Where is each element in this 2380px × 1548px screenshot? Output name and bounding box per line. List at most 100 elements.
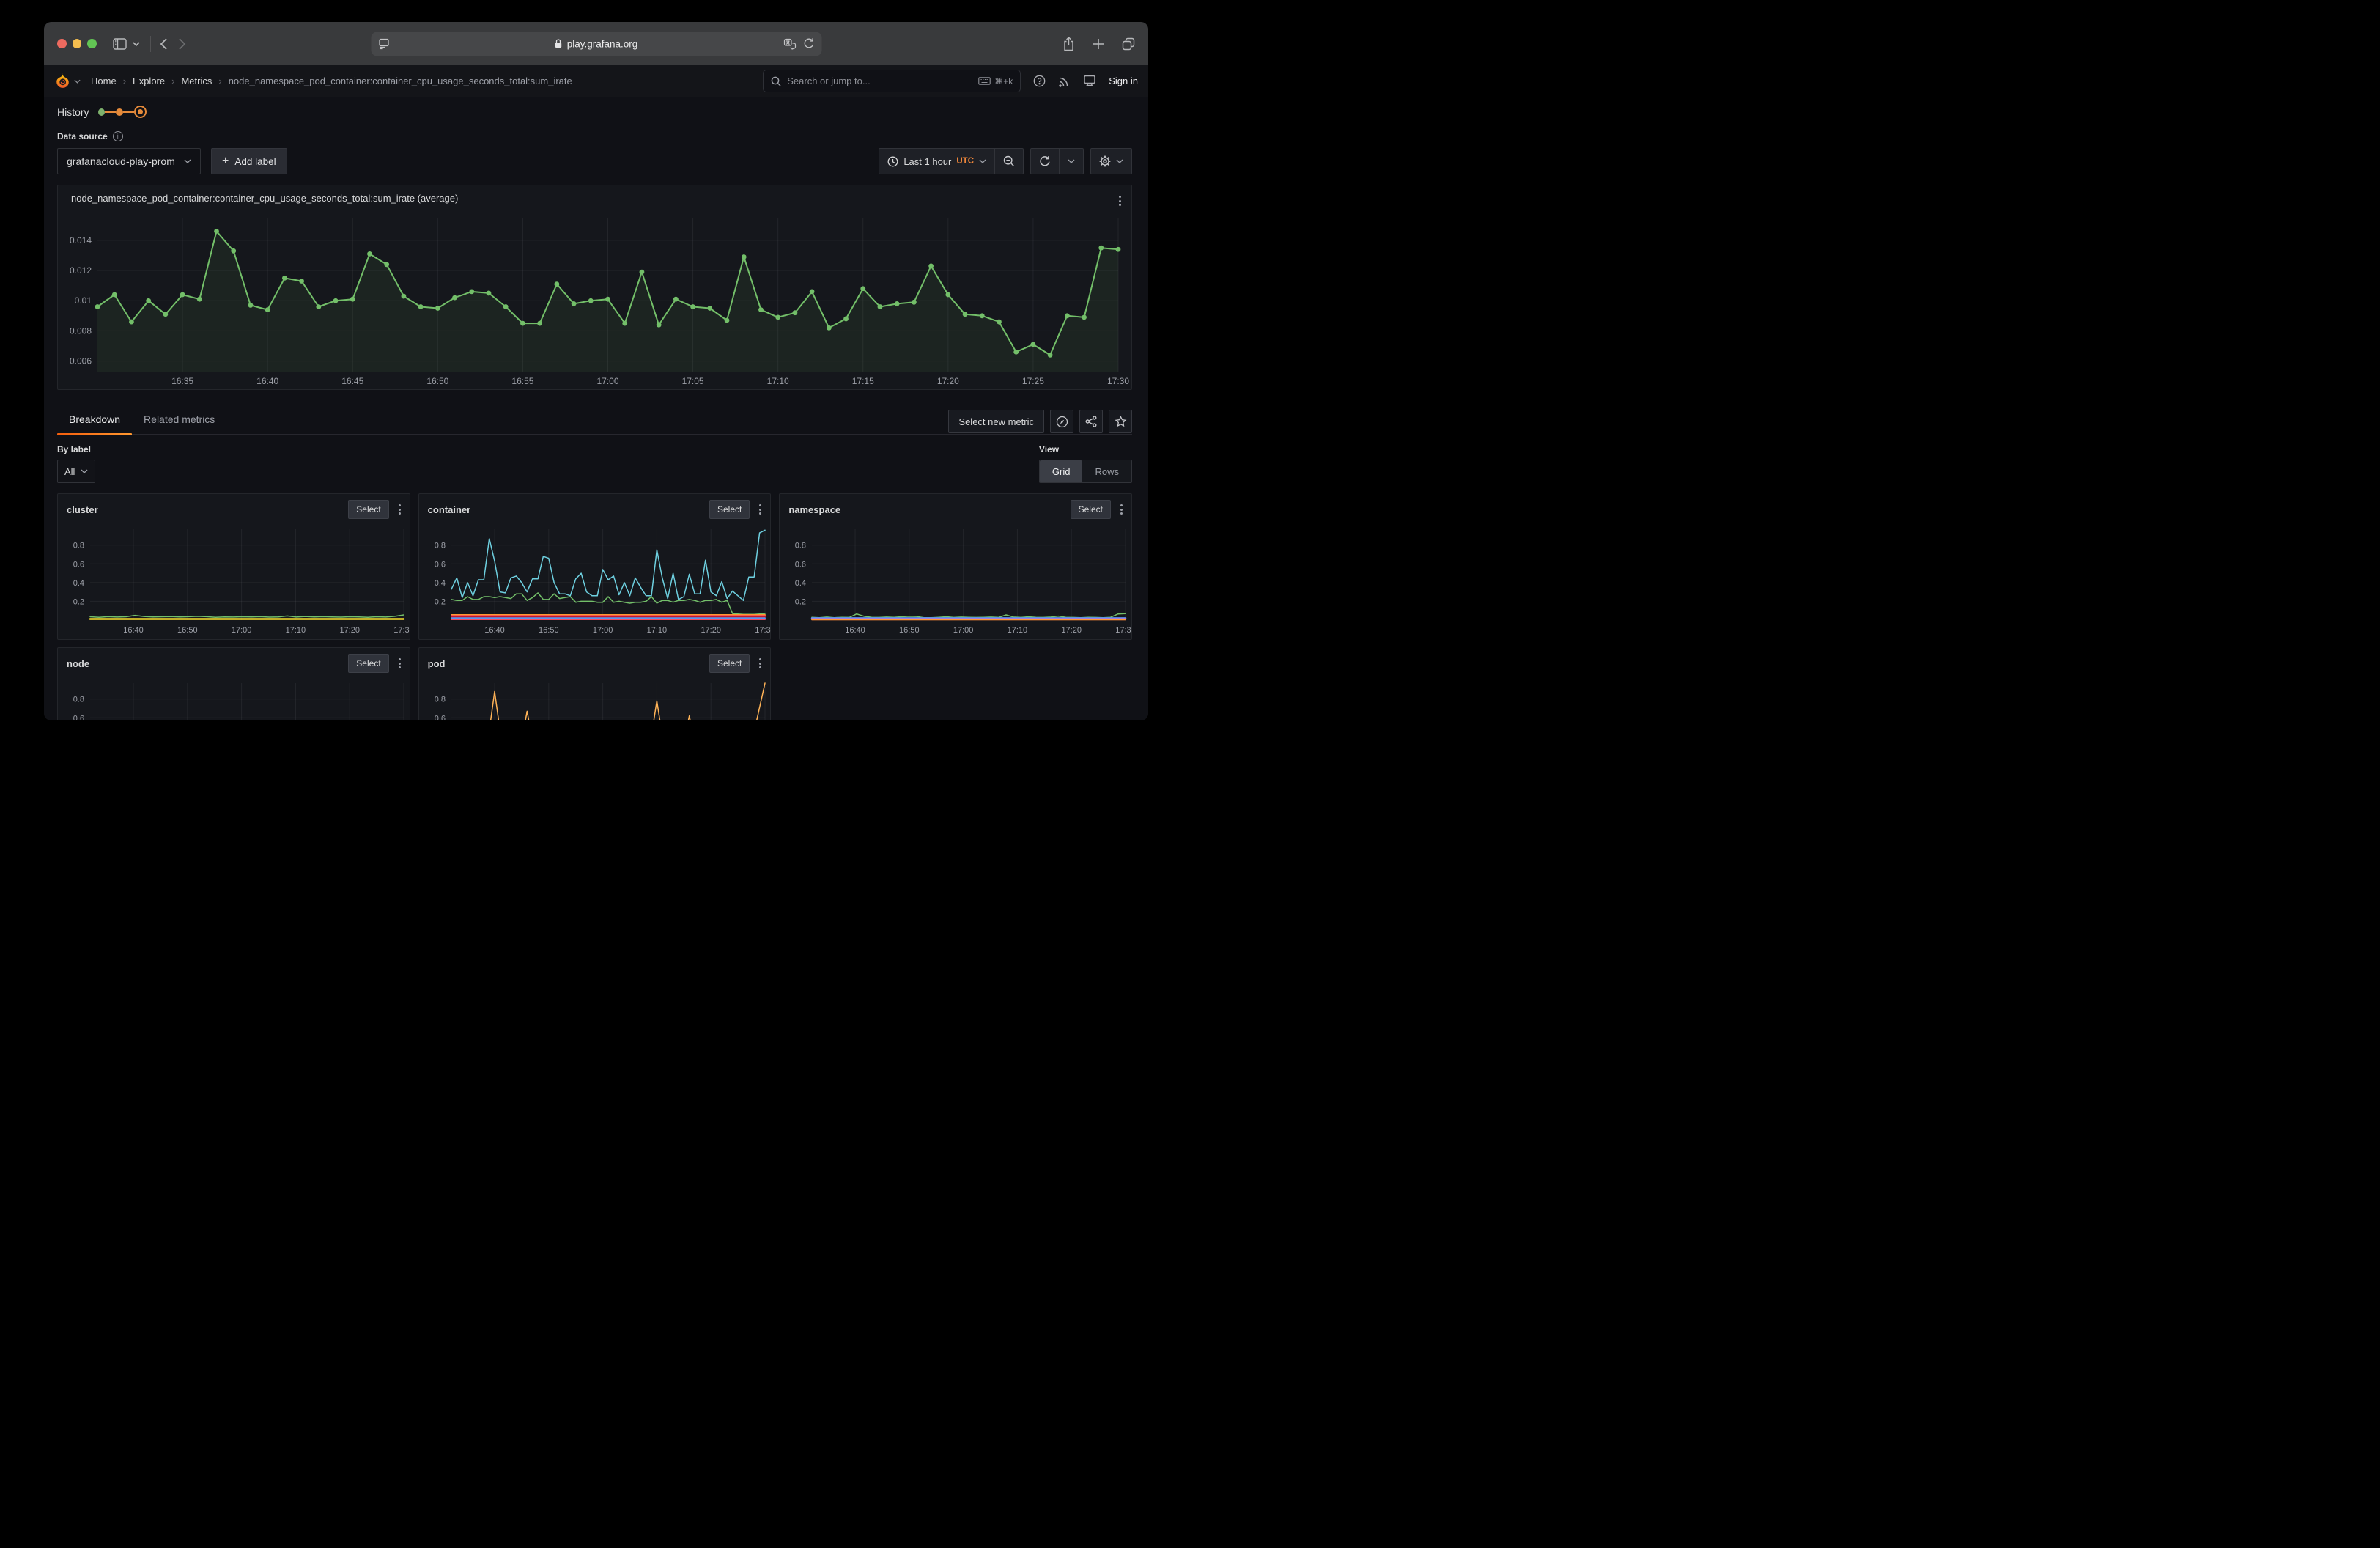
- forward-button[interactable]: [179, 38, 186, 50]
- svg-text:0.2: 0.2: [73, 597, 84, 606]
- select-button[interactable]: Select: [348, 500, 388, 519]
- minimize-window-button[interactable]: [73, 39, 82, 48]
- chevron-down-icon[interactable]: [133, 42, 140, 46]
- svg-text:0.2: 0.2: [795, 597, 806, 606]
- svg-text:17:10: 17:10: [1008, 626, 1028, 635]
- by-label-label: By label: [57, 444, 95, 454]
- reload-icon[interactable]: [803, 38, 814, 50]
- info-icon[interactable]: i: [113, 131, 123, 141]
- clock-icon: [887, 156, 898, 167]
- panel-menu-icon[interactable]: [758, 657, 763, 670]
- tabs-bar: Breakdown Related metrics Select new met…: [57, 410, 1132, 435]
- browser-window: play.grafana.org: [44, 22, 1148, 720]
- node-chart[interactable]: 16:4016:5017:0017:1017:2017:300.20.40.60…: [58, 676, 410, 720]
- by-label-value: All: [64, 466, 75, 477]
- select-button[interactable]: Select: [709, 654, 750, 673]
- zoom-window-button[interactable]: [87, 39, 97, 48]
- tab-related-metrics[interactable]: Related metrics: [132, 410, 226, 434]
- select-button[interactable]: Select: [709, 500, 750, 519]
- breadcrumb-explore[interactable]: Explore: [133, 75, 165, 86]
- search-box[interactable]: ⌘+k: [763, 70, 1021, 92]
- svg-text:17:00: 17:00: [232, 626, 252, 635]
- panel-menu-icon[interactable]: [1117, 194, 1123, 207]
- tab-breakdown[interactable]: Breakdown: [57, 410, 132, 434]
- theme-monitor-icon[interactable]: [1083, 75, 1096, 87]
- select-new-metric-button[interactable]: Select new metric: [948, 410, 1044, 433]
- breadcrumb-metrics[interactable]: Metrics: [181, 75, 212, 86]
- translate-icon[interactable]: [783, 38, 796, 49]
- namespace-chart[interactable]: 16:4016:5017:0017:1017:2017:300.20.40.60…: [780, 522, 1131, 639]
- svg-text:0.8: 0.8: [795, 542, 806, 550]
- svg-text:16:50: 16:50: [539, 626, 559, 635]
- svg-text:16:50: 16:50: [899, 626, 920, 635]
- view-grid-option[interactable]: Grid: [1040, 460, 1083, 482]
- view-rows-option[interactable]: Rows: [1082, 460, 1131, 482]
- history-timeline[interactable]: [98, 106, 147, 118]
- svg-text:16:35: 16:35: [171, 376, 193, 386]
- svg-text:0.012: 0.012: [70, 265, 92, 276]
- history-step-icon: [98, 108, 105, 116]
- breadcrumb-separator: ›: [171, 75, 174, 86]
- new-tab-icon[interactable]: [1093, 38, 1104, 50]
- svg-text:0.008: 0.008: [70, 325, 92, 336]
- settings-button[interactable]: [1091, 149, 1131, 174]
- url-text: play.grafana.org: [567, 38, 638, 49]
- data-source-select[interactable]: grafanacloud-play-prom: [57, 148, 201, 174]
- panel-title: node: [67, 658, 89, 669]
- refresh-button[interactable]: [1031, 149, 1059, 174]
- panel-menu-icon[interactable]: [397, 657, 402, 670]
- container-chart[interactable]: 16:4016:5017:0017:1017:2017:300.20.40.60…: [419, 522, 771, 639]
- svg-text:0.4: 0.4: [795, 579, 806, 588]
- news-rss-icon[interactable]: [1058, 75, 1071, 87]
- svg-text:16:45: 16:45: [341, 376, 363, 386]
- by-label-select[interactable]: All: [57, 460, 95, 483]
- back-button[interactable]: [160, 38, 167, 50]
- svg-text:0.8: 0.8: [73, 696, 84, 704]
- select-button[interactable]: Select: [1071, 500, 1111, 519]
- cluster-chart[interactable]: 16:4016:5017:0017:1017:2017:300.20.40.60…: [58, 522, 410, 639]
- share-icon[interactable]: [1062, 37, 1075, 51]
- help-icon[interactable]: [1033, 75, 1046, 87]
- grafana-navbar: Home › Explore › Metrics › node_namespac…: [44, 65, 1148, 97]
- zoom-out-button[interactable]: [994, 149, 1023, 174]
- refresh-icon: [1039, 155, 1051, 167]
- chevron-down-icon: [184, 159, 191, 163]
- refresh-interval-dropdown[interactable]: [1059, 149, 1083, 174]
- svg-text:0.8: 0.8: [73, 542, 84, 550]
- data-source-label: Data source: [57, 131, 108, 141]
- tab-overview-icon[interactable]: [1122, 37, 1135, 51]
- svg-text:16:50: 16:50: [177, 626, 198, 635]
- add-label-button[interactable]: + Add label: [211, 148, 287, 174]
- svg-text:17:30: 17:30: [1107, 376, 1129, 386]
- svg-text:0.4: 0.4: [73, 579, 84, 588]
- svg-text:0.8: 0.8: [434, 542, 445, 550]
- favorite-star-button[interactable]: [1109, 410, 1132, 433]
- breakdown-grid: cluster Select 16:4016:5017:0017:1017:20…: [57, 493, 1132, 720]
- sign-in-link[interactable]: Sign in: [1109, 75, 1138, 86]
- breadcrumb-home[interactable]: Home: [91, 75, 117, 86]
- time-range-picker[interactable]: Last 1 hour UTC: [879, 149, 994, 174]
- url-display: play.grafana.org: [371, 38, 821, 49]
- select-button[interactable]: Select: [348, 654, 388, 673]
- svg-text:17:30: 17:30: [1116, 626, 1132, 635]
- history-step-icon: [116, 108, 123, 116]
- main-metric-chart[interactable]: 16:3516:4016:4516:5016:5517:0017:0517:10…: [58, 212, 1131, 389]
- address-bar[interactable]: play.grafana.org: [371, 32, 821, 56]
- explore-compass-button[interactable]: [1050, 410, 1073, 433]
- svg-text:0.2: 0.2: [434, 597, 445, 606]
- pod-chart[interactable]: 16:4016:5017:0017:1017:2017:300.20.40.60…: [419, 676, 771, 720]
- panel-menu-icon[interactable]: [758, 503, 763, 516]
- svg-text:16:40: 16:40: [484, 626, 505, 635]
- sidebar-toggle-icon[interactable]: [113, 38, 127, 50]
- svg-text:0.6: 0.6: [795, 560, 806, 569]
- keyboard-icon: [978, 77, 991, 85]
- breadcrumb: Home › Explore › Metrics › node_namespac…: [91, 75, 572, 86]
- panel-menu-icon[interactable]: [1119, 503, 1124, 516]
- desktop-background: play.grafana.org: [0, 0, 1190, 774]
- lock-icon: [555, 39, 563, 49]
- grafana-logo[interactable]: [54, 73, 81, 89]
- close-window-button[interactable]: [57, 39, 67, 48]
- share-link-button[interactable]: [1079, 410, 1103, 433]
- search-input[interactable]: [787, 75, 972, 86]
- panel-menu-icon[interactable]: [397, 503, 402, 516]
